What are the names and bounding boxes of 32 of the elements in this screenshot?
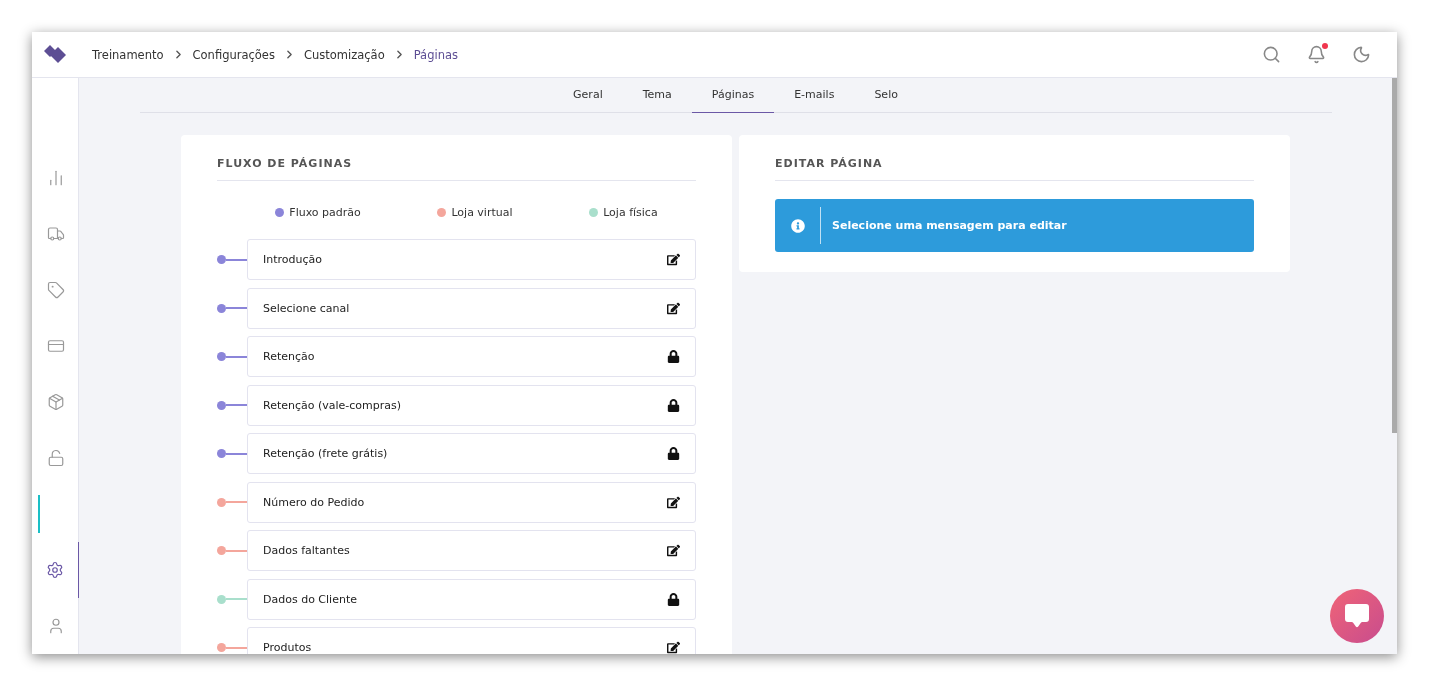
breadcrumb-item[interactable]: Treinamento [92,47,164,62]
search-button[interactable] [1262,45,1281,64]
card-title: EDITAR PÁGINA [775,157,1254,181]
tab[interactable]: Geral [553,78,623,113]
tab[interactable]: Tema [622,78,692,113]
legend-label: Fluxo padrão [289,206,361,219]
chat-button[interactable] [1330,589,1384,643]
breadcrumb-item: Páginas [413,47,458,62]
page-item[interactable]: Número do Pedido [247,481,696,523]
scrollbar[interactable] [1392,78,1397,433]
page-item[interactable]: Introdução [247,239,696,280]
page-item[interactable]: Produtos [247,627,696,654]
bell-button[interactable] [1307,45,1326,64]
legend-label: Loja física [603,206,658,219]
page-item[interactable]: Dados faltantes [247,530,696,571]
tab[interactable]: Páginas [691,78,775,113]
chat-bubble-icon [1345,604,1369,628]
page-item[interactable]: Dados do Cliente [247,578,696,620]
logo-icon [44,44,68,65]
tab[interactable]: E-mails [774,78,855,113]
legend-label: Loja virtual [451,206,513,219]
page-item[interactable]: Retenção (frete grátis) [247,433,696,474]
breadcrumb-item[interactable]: Customização [303,47,385,62]
moon-button[interactable] [1352,45,1371,64]
info-icon [790,218,805,233]
tab[interactable]: Selo [854,78,918,113]
breadcrumb-item[interactable]: Configurações [192,47,275,62]
page-item[interactable]: Retenção [247,336,696,377]
page-item[interactable]: Retenção (vale-compras) [247,384,696,426]
page-item[interactable]: Selecione canal [247,287,696,329]
alert-message: Selecione uma mensagem para editar [832,219,1067,232]
card-title: FLUXO DE PÁGINAS [217,157,696,181]
